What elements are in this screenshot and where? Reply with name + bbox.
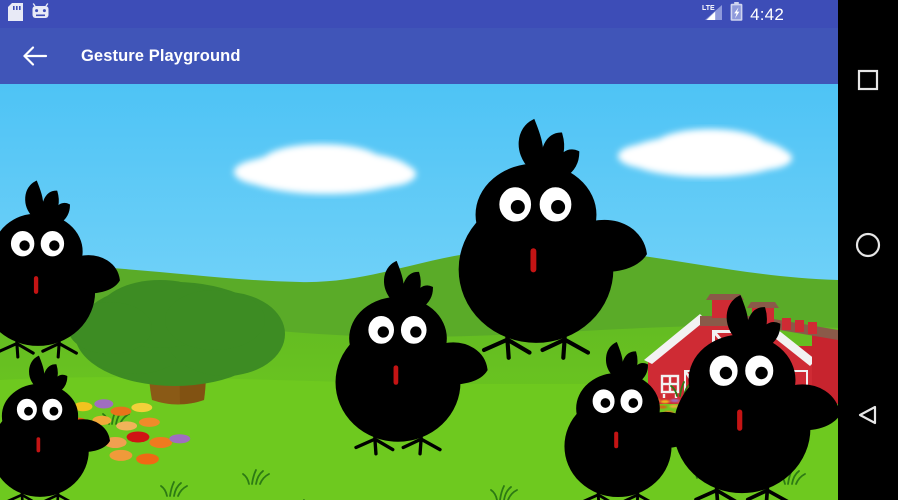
status-bar-clock: 4:42 <box>750 4 784 24</box>
app-bar: Gesture Playground <box>0 28 838 84</box>
recents-button[interactable] <box>838 0 898 160</box>
navigation-bar <box>838 0 898 500</box>
lte-signal-icon: LTE <box>701 3 723 26</box>
sd-card-icon <box>8 2 23 26</box>
triangle-left-icon <box>858 405 877 425</box>
status-bar-left-icons <box>8 2 49 26</box>
square-icon <box>857 69 879 91</box>
gesture-playground-canvas[interactable]: g[data-name="chicken-pink"] .body{fill:#… <box>0 84 838 500</box>
status-bar: LTE 4:42 <box>0 0 838 28</box>
circle-icon <box>855 232 881 258</box>
app-bar-back-button[interactable] <box>18 39 52 73</box>
android-robot-icon <box>32 2 49 26</box>
battery-charging-icon <box>730 2 743 26</box>
svg-text:LTE: LTE <box>702 5 715 12</box>
app-bar-title: Gesture Playground <box>81 46 241 65</box>
phone-screen: LTE 4:42 Gesture Playground <box>0 0 898 500</box>
home-button[interactable] <box>838 160 898 330</box>
arrow-left-icon <box>23 46 48 66</box>
status-bar-right-icons: LTE 4:42 <box>701 2 830 26</box>
back-button[interactable] <box>838 330 898 500</box>
